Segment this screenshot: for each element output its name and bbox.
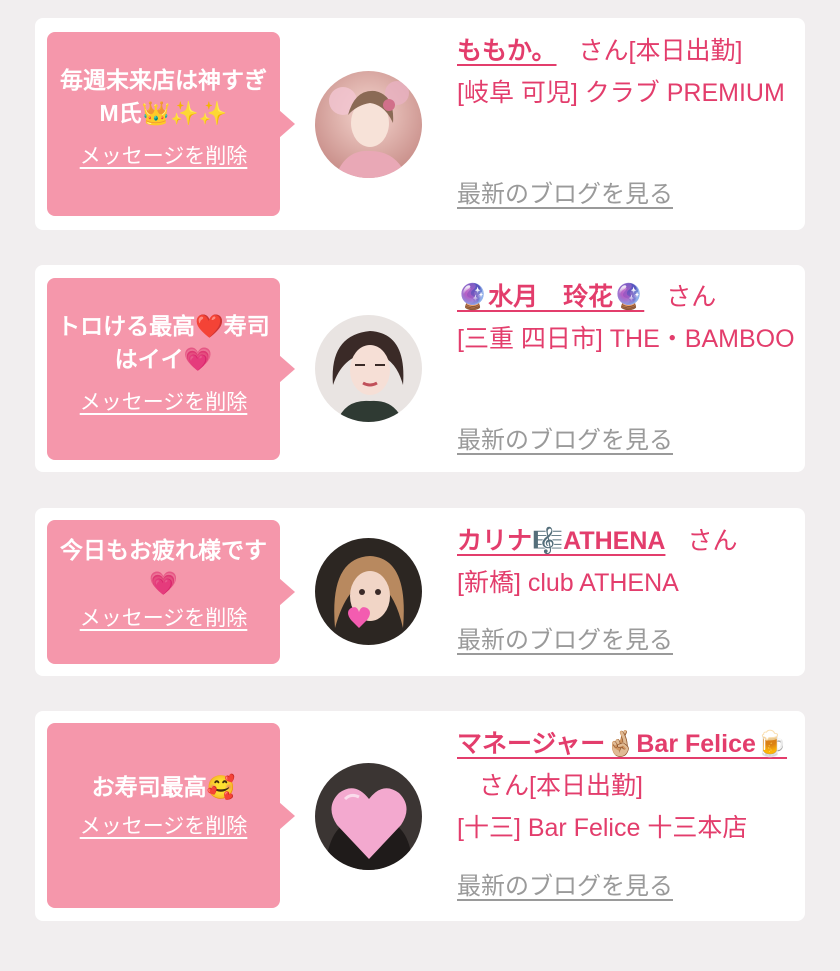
delete-message-link[interactable]: メッセージを削除 [80,144,248,170]
latest-blog-link[interactable]: 最新のブログを見る [457,180,673,210]
message-text: 毎週末来店は神すぎM氏👑✨✨ [60,67,267,126]
cast-info: 🔮水月 玲花🔮 さん [三重 四日市] THE・BAMBOO [457,276,797,360]
message-card: お寿司最高🥰 メッセージを削除 マネージャー🤞🏼Bar Felice🍺 さん[本日… [35,711,805,921]
delete-message-link[interactable]: メッセージを削除 [80,814,248,840]
cast-info: マネージャー🤞🏼Bar Felice🍺 さん[本日出勤] [十三] Bar Fel… [457,723,797,849]
cast-info: ももか。 さん[本日出勤] [岐阜 可児] クラブ PREMIUM [457,30,797,114]
message-text: お寿司最高🥰 [91,774,236,800]
message-list: 毎週末来店は神すぎM氏👑✨✨ メッセージを削除 ももか。 さん[本日出勤] [岐阜… [0,0,840,971]
honorific: さん [578,37,629,65]
message-bubble: 毎週末来店は神すぎM氏👑✨✨ メッセージを削除 [47,32,295,216]
cast-name-link[interactable]: マネージャー🤞🏼Bar Felice🍺 [457,730,787,758]
attendance-status: [本日出勤] [628,37,743,65]
message-bubble: お寿司最高🥰 メッセージを削除 [47,723,295,908]
message-text: 今日もお疲れ様です💗 [60,537,267,596]
shop-info: [三重 四日市] THE・BAMBOO [457,325,795,353]
shop-info: [新橋] club ATHENA [457,569,679,597]
avatar[interactable] [315,315,422,422]
avatar[interactable] [315,538,422,645]
message-card: 今日もお疲れ様です💗 メッセージを削除 カリナ🎼ATHENA さん [新橋] cl… [35,508,805,676]
honorific: さん [666,283,717,311]
avatar[interactable] [315,763,422,870]
avatar[interactable] [315,71,422,178]
woman-with-hair-ornament-photo [315,71,422,178]
latest-blog-link[interactable]: 最新のブログを見る [457,626,673,656]
message-bubble: トロける最高❤️寿司はイイ💗 メッセージを削除 [47,278,295,460]
cast-name-link[interactable]: 🔮水月 玲花🔮 [457,283,644,311]
woman-portrait-photo [315,315,422,422]
shop-info: [十三] Bar Felice 十三本店 [457,814,748,842]
delete-message-link[interactable]: メッセージを削除 [80,390,248,416]
message-card: 毎週末来店は神すぎM氏👑✨✨ メッセージを削除 ももか。 さん[本日出勤] [岐阜… [35,18,805,230]
face-hidden-by-heart-photo [315,763,422,870]
attendance-status: [本日出勤] [529,772,643,800]
latest-blog-link[interactable]: 最新のブログを見る [457,872,673,902]
woman-portrait-heart-photo [315,538,422,645]
message-text: トロける最高❤️寿司はイイ💗 [57,313,270,372]
honorific: さん [479,772,530,800]
honorific: さん [687,527,738,555]
cast-info: カリナ🎼ATHENA さん [新橋] club ATHENA [457,520,797,604]
message-card: トロける最高❤️寿司はイイ💗 メッセージを削除 🔮水月 玲花🔮 さん [三重 四日… [35,265,805,472]
latest-blog-link[interactable]: 最新のブログを見る [457,426,673,456]
shop-info: [岐阜 可児] クラブ PREMIUM [457,79,785,107]
cast-name-link[interactable]: ももか。 [457,37,557,65]
cast-name-link[interactable]: カリナ🎼ATHENA [457,527,665,555]
message-bubble: 今日もお疲れ様です💗 メッセージを削除 [47,520,295,664]
delete-message-link[interactable]: メッセージを削除 [80,606,248,632]
